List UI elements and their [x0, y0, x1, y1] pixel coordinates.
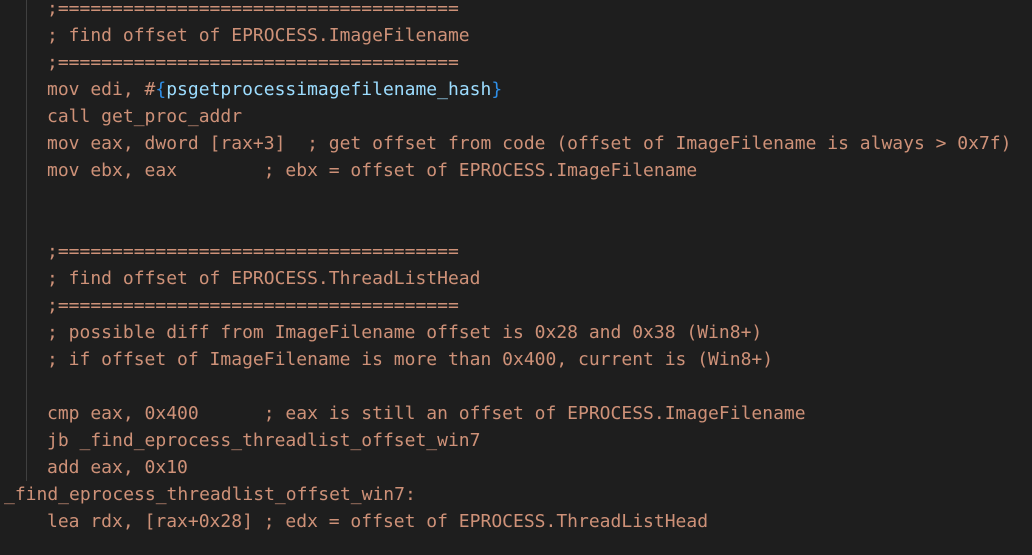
code-line[interactable]: ; find offset of EPROCESS.ThreadListHead: [47, 265, 480, 292]
code-line[interactable]: ;=====================================: [47, 49, 459, 76]
code-line[interactable]: lea rdx, [rax+0x28] ; edx = offset of EP…: [47, 508, 708, 535]
template-variable: psgetprocessimagefilename_hash: [166, 79, 492, 100]
code-line[interactable]: ;=====================================: [47, 292, 459, 319]
code-line[interactable]: ; if offset of ImageFilename is more tha…: [47, 346, 773, 373]
code-token: mov edi, #: [47, 79, 156, 100]
code-label-line[interactable]: _find_eprocess_threadlist_offset_win7:: [4, 481, 416, 508]
indent-guide: [26, 0, 27, 481]
code-editor[interactable]: ;===================================== ;…: [0, 0, 1032, 555]
code-line[interactable]: ; find offset of EPROCESS.ImageFilename: [47, 22, 470, 49]
code-line[interactable]: cmp eax, 0x400 ; eax is still an offset …: [47, 400, 806, 427]
code-line[interactable]: jb _find_eprocess_threadlist_offset_win7: [47, 427, 480, 454]
code-line[interactable]: mov ebx, eax ; ebx = offset of EPROCESS.…: [47, 157, 697, 184]
code-line[interactable]: ; possible diff from ImageFilename offse…: [47, 319, 762, 346]
brace-close: }: [491, 79, 503, 100]
code-line[interactable]: mov edi, #{psgetprocessimagefilename_has…: [47, 76, 502, 103]
code-line[interactable]: ;=====================================: [47, 238, 459, 265]
code-line[interactable]: call get_proc_addr: [47, 103, 242, 130]
code-line[interactable]: add eax, 0x10: [47, 454, 188, 481]
code-line[interactable]: mov eax, dword [rax+3] ; get offset from…: [47, 130, 1012, 157]
brace-open: {: [155, 79, 167, 100]
code-line[interactable]: ;=====================================: [47, 0, 459, 22]
